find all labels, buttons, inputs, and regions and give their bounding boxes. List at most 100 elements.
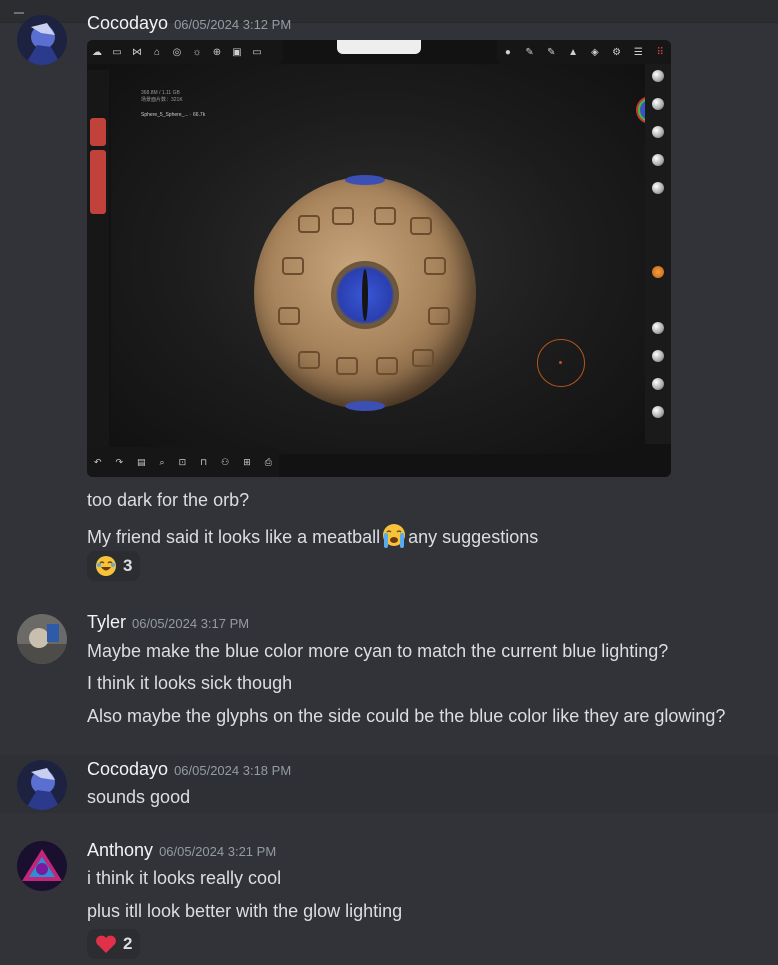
layers-icon: ⎙: [264, 456, 272, 467]
username[interactable]: Anthony: [87, 840, 153, 860]
glyph: [298, 215, 320, 233]
orb-bottom-cap: [345, 401, 385, 411]
right-toolbar: ● ✎ ✎ ▲ ◈ ⚙ ☰ ⠿: [497, 40, 671, 64]
tool-icon: [652, 126, 664, 138]
avatar-image: [17, 15, 67, 65]
tool-icon: ●: [504, 46, 511, 58]
message-cocodayo-1: Cocodayo 06/05/2024 3:12 PM 368.8M / 1.11…: [0, 10, 778, 590]
message-tyler: Tyler 06/05/2024 3:17 PM Maybe make the b…: [0, 606, 778, 746]
tool-clay-icon: [652, 70, 664, 82]
lock-icon: ⊓: [200, 456, 208, 467]
tool-paint-icon: [652, 266, 664, 278]
avatar[interactable]: [17, 760, 67, 810]
avatar-image: [17, 841, 67, 891]
tool-icon: ▤: [137, 456, 146, 467]
tool-icon: ▭: [252, 46, 262, 58]
glyph: [282, 257, 304, 275]
avatar[interactable]: [17, 614, 67, 664]
tool-icon: ☰: [633, 46, 643, 58]
avatar[interactable]: [17, 841, 67, 891]
message-header: Anthony 06/05/2024 3:21 PM: [87, 840, 276, 861]
viewport: 368.8M / 1.11 GB 场景面片数：321K Sphere_5_Sphe…: [111, 64, 662, 454]
tool-icon: [652, 182, 664, 194]
tool-icon: ⊡: [178, 456, 187, 467]
redo-icon: ↷: [115, 456, 124, 467]
glyph: [298, 351, 320, 369]
tool-icon: [652, 154, 664, 166]
glyph: [332, 207, 354, 225]
message-text: too dark for the orb?: [87, 490, 250, 510]
tool-icon: ▲: [568, 46, 579, 58]
username[interactable]: Cocodayo: [87, 13, 168, 33]
avatar-image: [17, 760, 67, 810]
brush-cursor: [537, 339, 585, 387]
undo-icon: ↶: [93, 456, 102, 467]
tool-icon: ☼: [192, 46, 202, 58]
tool-icon: ☁: [92, 46, 102, 58]
message-text: Maybe make the blue color more cyan to m…: [87, 641, 669, 661]
tool-icon: [652, 98, 664, 110]
tool-icon: ⋈: [132, 46, 142, 58]
tool-icon: ◈: [591, 46, 599, 58]
reaction-heart[interactable]: 2: [87, 929, 141, 959]
message-text: sounds good: [87, 787, 191, 807]
grid-icon: ⊞: [243, 456, 251, 467]
glyph: [376, 357, 398, 375]
intensity-slider: [90, 150, 106, 214]
tool-icon: [652, 406, 664, 418]
tool-icon: ⌂: [153, 46, 161, 58]
message-cocodayo-2: Cocodayo 06/05/2024 3:18 PM sounds good: [0, 755, 778, 813]
glyph: [336, 357, 358, 375]
top-handle: [337, 40, 421, 54]
tool-icon: ⊕: [212, 46, 222, 58]
tool-icon: ▣: [232, 46, 242, 58]
message-text: i think it looks really cool: [87, 868, 282, 888]
glyph: [428, 307, 450, 325]
sculpted-orb: [254, 175, 476, 411]
tool-icon: [652, 322, 664, 334]
eye-pupil: [362, 269, 368, 321]
tool-icon: ⚙: [612, 46, 622, 58]
timestamp[interactable]: 06/05/2024 3:21 PM: [159, 844, 276, 859]
tool-icon: ✎: [547, 46, 556, 58]
avatar-image: [17, 614, 67, 664]
red-heart-icon: [96, 935, 116, 953]
message-header: Cocodayo 06/05/2024 3:12 PM: [87, 13, 291, 34]
glyph: [278, 307, 300, 325]
glyph: [374, 207, 396, 225]
message-header: Cocodayo 06/05/2024 3:18 PM: [87, 759, 291, 780]
message-text: plus itll look better with the glow ligh…: [87, 901, 403, 921]
voxel-icon: ⚇: [221, 456, 230, 467]
reaction-count: 3: [123, 556, 133, 575]
left-toolbar: ☁ ▭ ⋈ ⌂ ◎ ☼ ⊕ ▣ ▭: [87, 40, 283, 64]
image-attachment[interactable]: 368.8M / 1.11 GB 场景面片数：321K Sphere_5_Sphe…: [87, 40, 671, 477]
glyph: [410, 217, 432, 235]
orb-top-cap: [345, 175, 385, 185]
glyph: [412, 349, 434, 367]
avatar[interactable]: [17, 15, 67, 65]
loudly-crying-emoji: [383, 524, 406, 548]
size-slider: [90, 118, 106, 146]
timestamp[interactable]: 06/05/2024 3:18 PM: [174, 763, 291, 778]
orb-eye: [331, 261, 399, 329]
tool-icon: [652, 378, 664, 390]
username[interactable]: Cocodayo: [87, 759, 168, 779]
tool-icon: ▭: [112, 46, 122, 58]
message-anthony: Anthony 06/05/2024 3:21 PM i think it loo…: [0, 834, 778, 965]
tool-icon: ✎: [525, 46, 534, 58]
timestamp[interactable]: 06/05/2024 3:17 PM: [132, 616, 249, 631]
glyph: [424, 257, 446, 275]
search-icon: ⌕: [159, 456, 165, 467]
tool-icon: [652, 350, 664, 362]
message-text: I think it looks sick though: [87, 673, 293, 693]
tool-icon: ⠿: [656, 46, 664, 58]
username[interactable]: Tyler: [87, 612, 126, 632]
right-tool-panel: [645, 64, 671, 444]
reaction-count: 2: [123, 934, 133, 953]
message-text: Also maybe the glyphs on the side could …: [87, 706, 726, 726]
tool-icon: ◎: [172, 46, 182, 58]
message-header: Tyler 06/05/2024 3:17 PM: [87, 612, 249, 633]
left-brush-panel: [87, 70, 109, 448]
reaction-joy[interactable]: 3: [87, 551, 141, 581]
timestamp[interactable]: 06/05/2024 3:12 PM: [174, 17, 291, 32]
